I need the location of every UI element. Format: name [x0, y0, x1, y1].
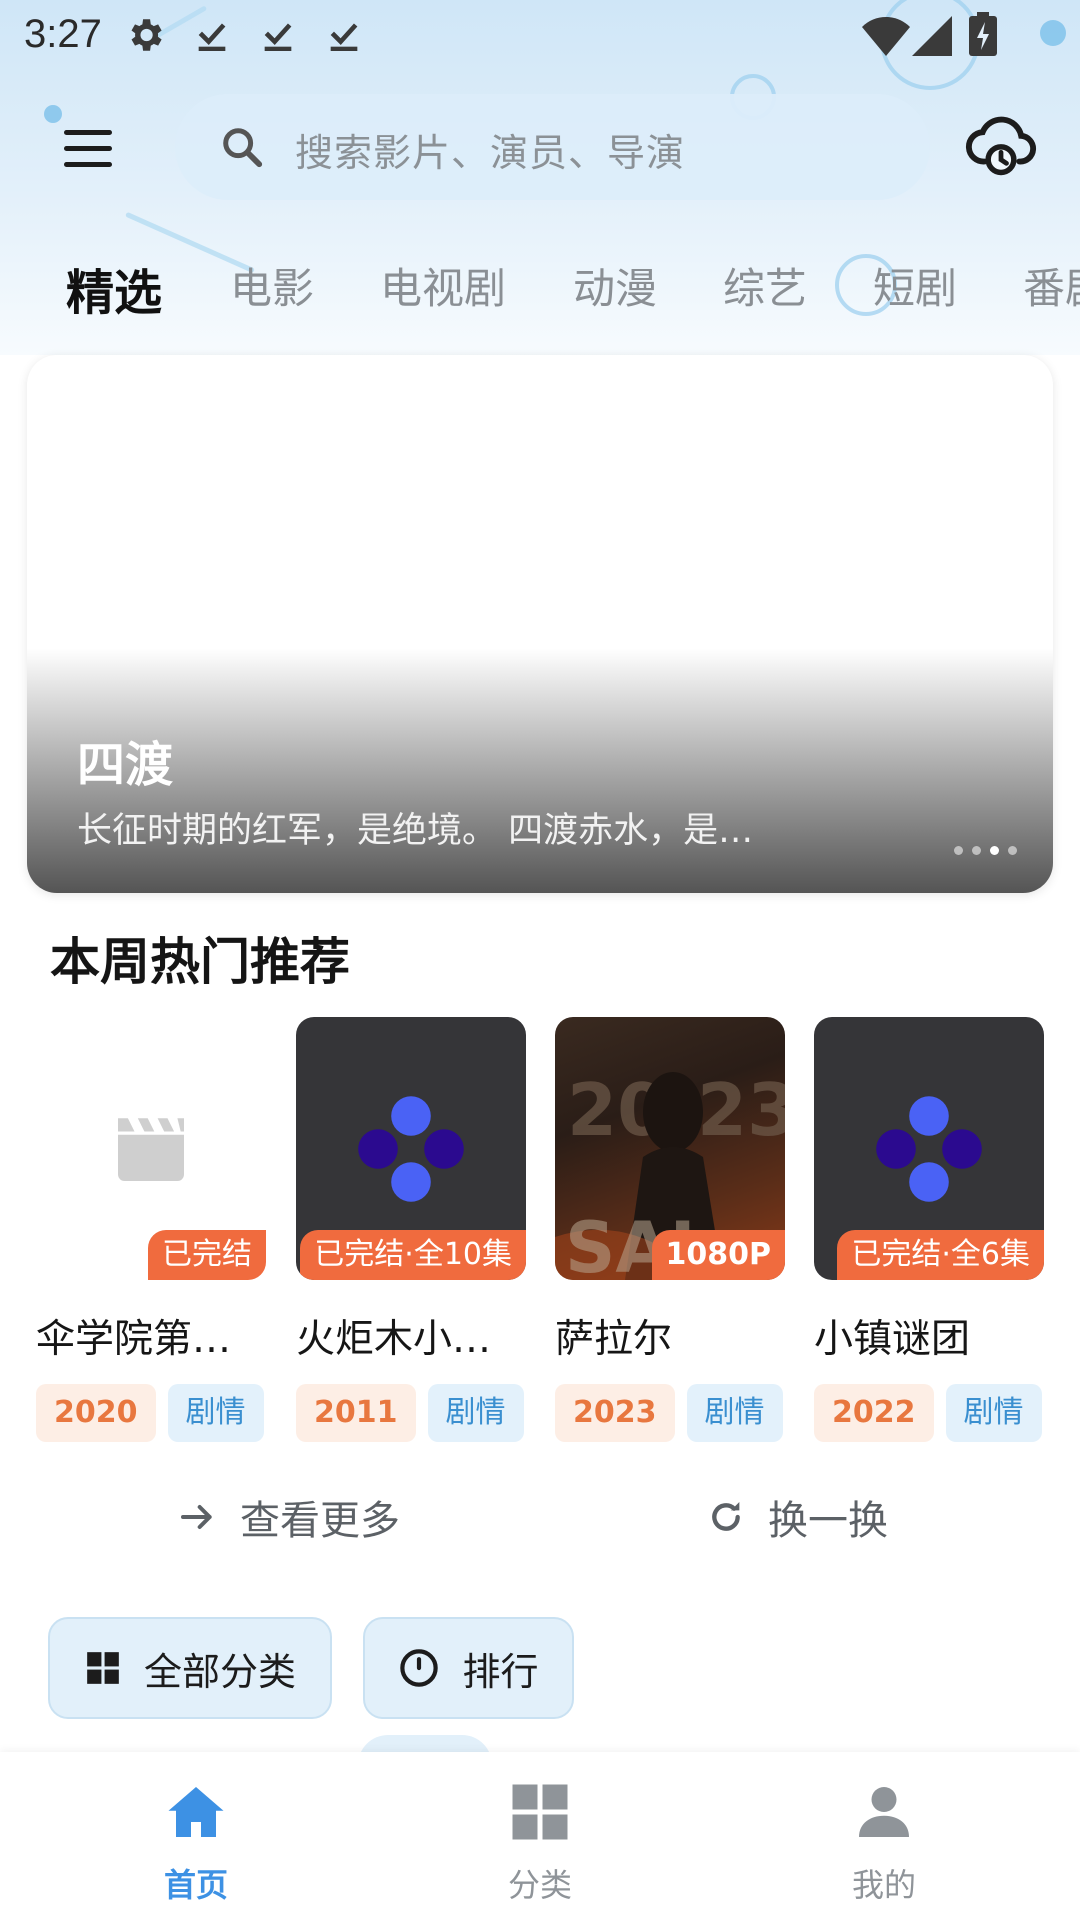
all-categories-button[interactable]: 全部分类: [48, 1617, 332, 1719]
year-tag: 2023: [555, 1384, 675, 1442]
clock-icon: [400, 1649, 439, 1687]
nav-home-label: 首页: [163, 1866, 228, 1904]
card-tags: 2023 剧情: [555, 1384, 785, 1442]
category-tabs: 精选 电影 电视剧 动漫 综艺 短剧 番剧: [0, 255, 1080, 335]
ranking-button[interactable]: 排行: [363, 1617, 574, 1719]
download-done-icon: [264, 23, 292, 51]
nav-category-label: 分类: [507, 1866, 572, 1904]
featured-banner[interactable]: 四渡 长征时期的红军，是绝境。 四渡赤水，是…: [27, 355, 1053, 893]
poster-image: 20 23 SAL 1080P: [555, 1017, 785, 1280]
banner-dot: [954, 846, 963, 855]
card-title: 伞学院第…: [36, 1317, 232, 1362]
tab-variety[interactable]: 综艺: [723, 255, 807, 316]
tab-anime[interactable]: 动漫: [573, 255, 657, 316]
refresh-label: 换一换: [768, 1498, 888, 1544]
status-badge: 已完结: [148, 1230, 266, 1280]
search-placeholder: 搜索影片、演员、导演: [295, 131, 686, 175]
tab-bangumi[interactable]: 番剧: [1023, 255, 1080, 316]
menu-button[interactable]: [58, 120, 118, 180]
genre-tag: 剧情: [167, 1384, 264, 1442]
cloud-sync-icon[interactable]: [964, 112, 1038, 178]
clapperboard-icon: [118, 1118, 184, 1181]
person-icon: [859, 1787, 909, 1837]
banner-description: 长征时期的红军，是绝境。 四渡赤水，是…: [77, 811, 754, 851]
quality-badge: 1080P: [651, 1230, 785, 1280]
svg-text:23: 23: [697, 1068, 785, 1152]
tab-featured[interactable]: 精选: [66, 255, 162, 323]
banner-dot: [972, 846, 981, 855]
refresh-button[interactable]: 换一换: [706, 1488, 888, 1546]
signal-icon: [912, 16, 952, 56]
bottom-navigation: 首页 分类 我的: [0, 1752, 1080, 1920]
movie-card[interactable]: 已完结·全6集 小镇谜团 2022 剧情: [814, 1017, 1044, 1442]
banner-pagination: [954, 846, 1017, 855]
poster: 已完结·全6集: [814, 1017, 1044, 1280]
download-done-icon: [330, 23, 358, 51]
tab-tv-series[interactable]: 电视剧: [380, 255, 506, 316]
menu-icon-bar: [64, 130, 112, 135]
card-tags: 2011 剧情: [296, 1384, 526, 1442]
wifi-icon: [862, 17, 910, 56]
movie-card[interactable]: 已完结 伞学院第… 2020 剧情: [36, 1017, 266, 1442]
grid-icon: [512, 1784, 568, 1840]
tab-short-drama[interactable]: 短剧: [873, 255, 957, 316]
view-more-button[interactable]: 查看更多: [178, 1488, 400, 1546]
status-time: 3:27: [24, 12, 102, 56]
card-tags: 2020 剧情: [36, 1384, 266, 1442]
nav-profile-label: 我的: [851, 1866, 916, 1904]
banner-dot: [1008, 846, 1017, 855]
battery-charging-icon: [969, 12, 997, 56]
year-tag: 2020: [36, 1384, 156, 1442]
refresh-icon: [712, 1502, 740, 1531]
all-categories-label: 全部分类: [143, 1649, 296, 1694]
genre-tag: 剧情: [945, 1384, 1042, 1442]
app-logo-icon: [358, 1096, 464, 1202]
status-bar: 3:27: [0, 0, 1080, 72]
year-tag: 2011: [296, 1384, 416, 1442]
banner-title: 四渡: [77, 737, 174, 793]
home-icon: [168, 1787, 224, 1837]
year-tag: 2022: [814, 1384, 934, 1442]
nav-category[interactable]: 分类: [360, 1752, 720, 1920]
movie-card[interactable]: 已完结·全10集 火炬木小… 2011 剧情: [296, 1017, 526, 1442]
menu-icon-bar: [64, 146, 112, 151]
nav-home[interactable]: 首页: [16, 1752, 376, 1920]
tab-movies[interactable]: 电影: [230, 255, 314, 316]
download-done-icon: [198, 23, 226, 51]
banner-dot-active: [990, 846, 999, 855]
grid-icon: [87, 1652, 119, 1684]
card-title: 萨拉尔: [555, 1317, 673, 1362]
banner-gradient: [27, 648, 1053, 893]
ranking-label: 排行: [462, 1649, 539, 1694]
poster: 已完结·全10集: [296, 1017, 526, 1280]
menu-icon-bar: [64, 162, 112, 167]
view-more-label: 查看更多: [240, 1498, 400, 1544]
app-logo-icon: [876, 1096, 982, 1202]
search-input[interactable]: 搜索影片、演员、导演: [175, 94, 930, 200]
arrow-right-icon: [181, 1505, 212, 1529]
genre-tag: 剧情: [686, 1384, 783, 1442]
poster: 已完结: [36, 1017, 266, 1280]
status-badge: 已完结·全10集: [300, 1230, 526, 1280]
card-tags: 2022 剧情: [814, 1384, 1044, 1442]
movie-card[interactable]: 20 23 SAL 1080P 萨拉尔 2023 剧情: [555, 1017, 785, 1442]
card-title: 火炬木小…: [296, 1317, 492, 1362]
gear-icon: [131, 19, 162, 51]
section-title-weekly-hot: 本周热门推荐: [50, 933, 350, 991]
genre-tag: 剧情: [427, 1384, 524, 1442]
card-title: 小镇谜团: [814, 1317, 971, 1362]
search-icon: [223, 128, 263, 168]
status-badge: 已完结·全6集: [837, 1230, 1044, 1280]
nav-profile[interactable]: 我的: [704, 1752, 1064, 1920]
